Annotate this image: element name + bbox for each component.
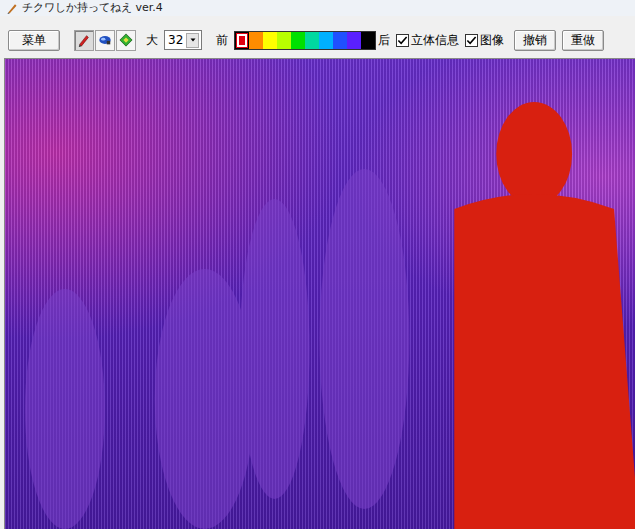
tool-group xyxy=(74,30,136,51)
color-swatch[interactable] xyxy=(319,32,333,49)
photo-figure xyxy=(5,59,635,529)
checkbox-label: 立体信息 xyxy=(411,31,459,49)
toolbar: 菜单 大 32 前 后 立体信息 图像撤销重做 xyxy=(0,26,635,54)
checkbox-box[interactable] xyxy=(465,34,478,47)
check-icon xyxy=(397,35,408,46)
fill-icon xyxy=(119,33,133,47)
color-swatch[interactable] xyxy=(347,32,361,49)
color-swatch[interactable] xyxy=(249,32,263,49)
size-select[interactable]: 32 xyxy=(164,30,202,50)
checkbox[interactable]: 图像 xyxy=(465,31,504,49)
size-label: 大 xyxy=(146,31,158,49)
color-swatch[interactable] xyxy=(333,32,347,49)
color-swatch[interactable] xyxy=(235,32,249,49)
color-palette xyxy=(234,31,376,50)
color-swatch[interactable] xyxy=(305,32,319,49)
color-swatch[interactable] xyxy=(277,32,291,49)
down-arrow-icon xyxy=(189,36,197,44)
color-swatch[interactable] xyxy=(263,32,277,49)
check-icon xyxy=(466,35,477,46)
app-icon xyxy=(6,2,18,14)
color-swatch[interactable] xyxy=(361,32,375,49)
undo-button[interactable]: 撤销 xyxy=(514,30,556,51)
checkbox-box[interactable] xyxy=(396,34,409,47)
color-swatch[interactable] xyxy=(291,32,305,49)
pen-icon xyxy=(77,33,91,47)
stereo-icon xyxy=(98,33,112,47)
checkbox[interactable]: 立体信息 xyxy=(396,31,459,49)
back-label: 后 xyxy=(378,31,390,49)
checkbox-label: 图像 xyxy=(480,31,504,49)
stereo-tool-button[interactable] xyxy=(95,30,115,51)
fill-tool-button[interactable] xyxy=(116,30,136,51)
title-bar: チクワしか持ってねえ ver.4 xyxy=(0,0,635,16)
window-title: チクワしか持ってねえ ver.4 xyxy=(22,1,163,15)
menu-button[interactable]: 菜单 xyxy=(8,30,60,51)
image-canvas[interactable] xyxy=(4,58,635,529)
front-label: 前 xyxy=(216,31,228,49)
redo-button[interactable]: 重做 xyxy=(562,30,604,51)
pen-tool-button[interactable] xyxy=(74,30,94,51)
dropdown-arrow xyxy=(186,33,199,48)
size-value: 32 xyxy=(168,31,183,49)
